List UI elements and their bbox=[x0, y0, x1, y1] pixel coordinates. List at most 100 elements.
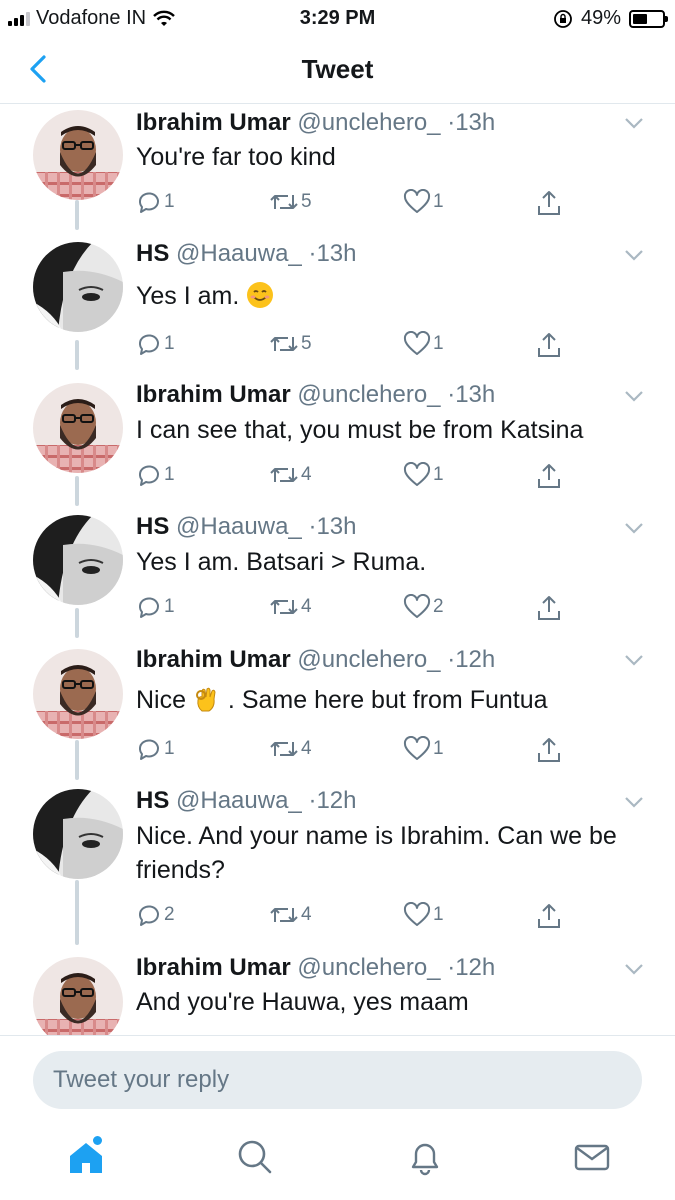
chevron-down-icon[interactable] bbox=[623, 389, 645, 403]
share-button[interactable] bbox=[536, 902, 562, 930]
reply-icon bbox=[138, 192, 159, 213]
display-name[interactable]: Ibrahim Umar bbox=[136, 109, 291, 136]
like-button[interactable]: 1 bbox=[403, 331, 444, 357]
tweet-text: Nice. And your name is Ibrahim. Can we b… bbox=[136, 822, 617, 884]
like-count: 2 bbox=[433, 596, 444, 617]
like-count: 1 bbox=[433, 464, 444, 485]
ok-hand-emoji bbox=[195, 687, 216, 712]
tweet-header: Ibrahim Umar @unclehero_ ·13h bbox=[136, 381, 495, 409]
like-button[interactable]: 1 bbox=[403, 462, 444, 488]
avatar[interactable] bbox=[33, 110, 123, 200]
share-button[interactable] bbox=[536, 189, 562, 217]
retweet-icon bbox=[270, 468, 298, 482]
tweet-text: Yes I am. bbox=[136, 279, 646, 313]
battery-icon bbox=[629, 9, 668, 28]
handle[interactable]: @unclehero_ bbox=[297, 109, 440, 136]
reply-button[interactable]: 2 bbox=[136, 902, 175, 928]
avatar[interactable] bbox=[33, 957, 123, 1035]
reply-count: 1 bbox=[164, 333, 175, 354]
thread-line bbox=[75, 476, 79, 506]
retweet-button[interactable]: 4 bbox=[269, 594, 312, 620]
retweet-icon bbox=[270, 195, 298, 209]
thread-line bbox=[75, 340, 79, 370]
display-name[interactable]: Ibrahim Umar bbox=[136, 646, 291, 673]
reply-input[interactable] bbox=[33, 1051, 642, 1109]
reply-count: 1 bbox=[164, 191, 175, 212]
handle[interactable]: @unclehero_ bbox=[297, 381, 440, 408]
handle[interactable]: @Haauwa_ bbox=[176, 787, 302, 814]
avatar[interactable] bbox=[33, 649, 123, 739]
handle[interactable]: @Haauwa_ bbox=[176, 513, 302, 540]
tweet-header: HS @Haauwa_ ·13h bbox=[136, 240, 357, 268]
tweet-header: HS @Haauwa_ ·12h bbox=[136, 787, 357, 815]
share-button[interactable] bbox=[536, 331, 562, 359]
reply-button[interactable]: 1 bbox=[136, 189, 175, 215]
search-icon[interactable] bbox=[235, 1137, 275, 1177]
like-button[interactable]: 1 bbox=[403, 902, 444, 928]
avatar[interactable] bbox=[33, 789, 123, 879]
tweet-text-before: Nice bbox=[136, 686, 187, 714]
mail-icon[interactable] bbox=[572, 1137, 612, 1177]
chevron-down-icon[interactable] bbox=[623, 962, 645, 976]
retweet-count: 5 bbox=[301, 333, 312, 354]
reply-count: 1 bbox=[164, 464, 175, 485]
share-button[interactable] bbox=[536, 736, 562, 764]
chevron-down-icon[interactable] bbox=[623, 653, 645, 667]
share-button[interactable] bbox=[536, 594, 562, 622]
reply-icon bbox=[138, 334, 159, 355]
display-name[interactable]: Ibrahim Umar bbox=[136, 381, 291, 408]
retweet-icon bbox=[270, 337, 298, 351]
reply-button[interactable]: 1 bbox=[136, 736, 175, 762]
reply-button[interactable]: 1 bbox=[136, 331, 175, 357]
tweet-text-content: Yes I am. bbox=[136, 282, 240, 310]
tweet-actions: 1 5 1 bbox=[136, 331, 576, 361]
timestamp: 13h bbox=[316, 240, 357, 267]
retweet-button[interactable]: 4 bbox=[269, 462, 312, 488]
tweet-header: Ibrahim Umar @unclehero_ ·13h bbox=[136, 109, 495, 137]
like-button[interactable]: 1 bbox=[403, 189, 444, 215]
retweet-button[interactable]: 4 bbox=[269, 736, 312, 762]
reply-icon bbox=[138, 739, 159, 760]
home-notification-dot bbox=[93, 1136, 102, 1145]
like-button[interactable]: 2 bbox=[403, 594, 444, 620]
reply-icon bbox=[138, 465, 159, 486]
display-name[interactable]: Ibrahim Umar bbox=[136, 954, 291, 981]
reply-button[interactable]: 1 bbox=[136, 462, 175, 488]
retweet-button[interactable]: 5 bbox=[269, 331, 312, 357]
retweet-icon bbox=[270, 742, 298, 756]
handle[interactable]: @unclehero_ bbox=[297, 954, 440, 981]
heart-icon bbox=[403, 902, 431, 926]
chevron-down-icon[interactable] bbox=[623, 248, 645, 262]
share-button[interactable] bbox=[536, 462, 562, 490]
like-button[interactable]: 1 bbox=[403, 736, 444, 762]
heart-icon bbox=[403, 462, 431, 486]
avatar[interactable] bbox=[33, 242, 123, 332]
like-count: 1 bbox=[433, 738, 444, 759]
display-name[interactable]: HS bbox=[136, 513, 169, 540]
tweet[interactable]: Ibrahim Umar @unclehero_ ·12h And you're… bbox=[0, 950, 675, 1035]
reply-button[interactable]: 1 bbox=[136, 594, 175, 620]
avatar[interactable] bbox=[33, 515, 123, 605]
retweet-button[interactable]: 4 bbox=[269, 902, 312, 928]
handle[interactable]: @Haauwa_ bbox=[176, 240, 302, 267]
tweet-header: HS @Haauwa_ ·13h bbox=[136, 513, 357, 541]
retweet-count: 4 bbox=[301, 904, 312, 925]
separator-dot: · bbox=[447, 109, 456, 136]
avatar[interactable] bbox=[33, 383, 123, 473]
thread-line bbox=[75, 880, 79, 945]
chevron-down-icon[interactable] bbox=[623, 795, 645, 809]
reply-bar bbox=[0, 1035, 675, 1125]
chevron-down-icon[interactable] bbox=[623, 116, 645, 130]
tweet-text: And you're Hauwa, yes maam bbox=[136, 988, 469, 1016]
share-icon bbox=[538, 333, 560, 357]
chevron-down-icon[interactable] bbox=[623, 521, 645, 535]
status-bar: Vodafone IN 3:29 PM 49% bbox=[0, 0, 675, 38]
retweet-button[interactable]: 5 bbox=[269, 189, 312, 215]
retweet-icon bbox=[270, 908, 298, 922]
bell-icon[interactable] bbox=[405, 1137, 445, 1177]
display-name[interactable]: HS bbox=[136, 787, 169, 814]
reply-count: 2 bbox=[164, 904, 175, 925]
reply-count: 1 bbox=[164, 596, 175, 617]
handle[interactable]: @unclehero_ bbox=[297, 646, 440, 673]
display-name[interactable]: HS bbox=[136, 240, 169, 267]
